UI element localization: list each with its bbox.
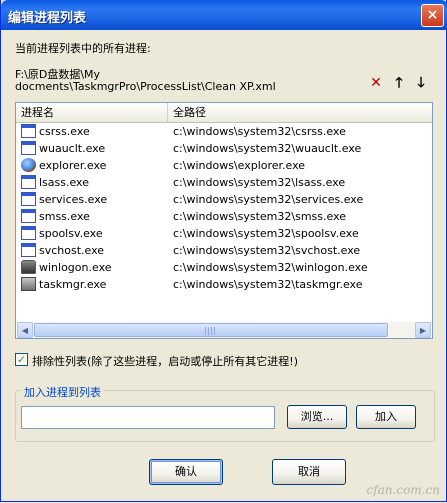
window-app-icon xyxy=(21,243,36,257)
computer-icon xyxy=(21,277,36,291)
horizontal-scrollbar[interactable]: ◀ ▶ xyxy=(17,322,431,338)
watermark: cfan.com.cn xyxy=(366,483,440,497)
explorer-icon xyxy=(21,158,36,172)
table-row[interactable]: csrss.exe c:\windows\system32\csrss.exe xyxy=(16,123,432,140)
table-row[interactable]: services.exe c:\windows\system32\services… xyxy=(16,191,432,208)
lock-icon xyxy=(21,260,36,274)
process-path: c:\windows\system32\wuauclt.exe xyxy=(173,142,362,155)
close-button[interactable]: × xyxy=(421,4,444,27)
table-row[interactable]: lsass.exe c:\windows\system32\lsass.exe xyxy=(16,174,432,191)
process-name: csrss.exe xyxy=(39,125,90,138)
process-name: services.exe xyxy=(39,193,108,206)
process-name: winlogon.exe xyxy=(39,261,112,274)
process-path: c:\windows\system32\csrss.exe xyxy=(173,125,346,138)
process-path: c:\windows\system32\smss.exe xyxy=(173,210,347,223)
table-row[interactable]: wuauclt.exe c:\windows\system32\wuauclt.e… xyxy=(16,140,432,157)
window-app-icon xyxy=(21,226,36,240)
process-name: taskmgr.exe xyxy=(39,278,107,291)
process-name: wuauclt.exe xyxy=(39,142,106,155)
column-header-name[interactable]: 进程名 xyxy=(16,103,168,122)
table-row[interactable]: taskmgr.exe c:\windows\system32\taskmgr.e… xyxy=(16,276,432,293)
window-app-icon xyxy=(21,192,36,206)
process-path: c:\windows\system32\taskmgr.exe xyxy=(173,278,363,291)
move-up-icon[interactable]: 🡑 xyxy=(390,74,408,92)
scroll-thumb[interactable] xyxy=(34,323,388,337)
process-list[interactable]: 进程名 全路径 csrss.exe c:\windows\system32\csr… xyxy=(15,102,433,339)
exclusion-checkbox[interactable]: ✓ xyxy=(15,353,28,366)
process-path: c:\windows\system32\services.exe xyxy=(173,193,364,206)
list-header: 进程名 全路径 xyxy=(16,103,432,123)
add-button[interactable]: 加入 xyxy=(356,405,416,429)
process-path: c:\windows\system32\spoolsv.exe xyxy=(173,227,359,240)
process-name: smss.exe xyxy=(39,210,90,223)
table-row[interactable]: winlogon.exe c:\windows\system32\winlogon… xyxy=(16,259,432,276)
process-path: c:\windows\system32\svchost.exe xyxy=(173,244,361,257)
scroll-grip-icon xyxy=(205,327,215,335)
process-path: c:\windows\explorer.exe xyxy=(173,159,306,172)
table-row[interactable]: spoolsv.exe c:\windows\system32\spoolsv.e… xyxy=(16,225,432,242)
checkmark-icon: ✓ xyxy=(16,353,27,366)
process-path-input[interactable] xyxy=(21,406,275,429)
process-list-label: 当前进程列表中的所有进程: xyxy=(15,42,151,55)
add-process-group-title: 加入进程到列表 xyxy=(21,384,104,400)
cancel-button[interactable]: 取消 xyxy=(272,459,346,485)
process-name: lsass.exe xyxy=(39,176,89,189)
window-app-icon xyxy=(21,124,36,138)
process-path: c:\windows\system32\lsass.exe xyxy=(173,176,346,189)
process-name: svchost.exe xyxy=(39,244,105,257)
window-app-icon xyxy=(21,209,36,223)
column-header-path[interactable]: 全路径 xyxy=(168,103,432,122)
window-title: 编辑进程列表 xyxy=(8,11,87,26)
ok-button[interactable]: 确认 xyxy=(149,459,223,485)
table-row[interactable]: explorer.exe c:\windows\explorer.exe xyxy=(16,157,432,174)
dialog-window: 编辑进程列表 × 当前进程列表中的所有进程: F:\原D盘数据\My docme… xyxy=(0,0,447,502)
browse-button[interactable]: 浏览... xyxy=(287,405,347,429)
title-bar[interactable]: 编辑进程列表 × xyxy=(1,0,447,30)
process-path: c:\windows\system32\winlogon.exe xyxy=(173,261,368,274)
scroll-left-icon[interactable]: ◀ xyxy=(17,322,33,338)
scroll-right-icon[interactable]: ▶ xyxy=(415,322,431,338)
process-name: explorer.exe xyxy=(39,159,107,172)
table-row[interactable]: svchost.exe c:\windows\system32\svchost.e… xyxy=(16,242,432,259)
move-down-icon[interactable]: 🡓 xyxy=(412,74,430,92)
table-row[interactable]: smss.exe c:\windows\system32\smss.exe xyxy=(16,208,432,225)
process-name: spoolsv.exe xyxy=(39,227,103,240)
file-path-line2: docments\TaskmgrPro\ProcessList\Clean XP… xyxy=(15,80,276,93)
window-app-icon xyxy=(21,141,36,155)
delete-icon[interactable]: ✕ xyxy=(367,74,385,92)
window-app-icon xyxy=(21,175,36,189)
exclusion-label[interactable]: 排除性列表(除了这些进程，启动或停止所有其它进程!) xyxy=(32,353,298,369)
